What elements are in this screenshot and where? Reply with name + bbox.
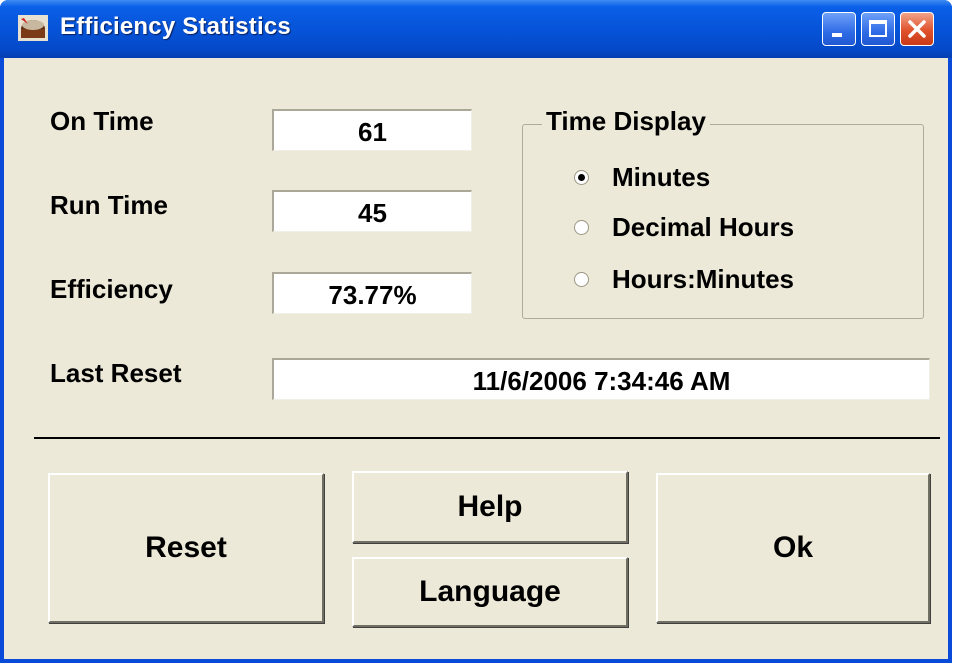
coffee-cup-icon (18, 15, 48, 41)
close-button[interactable] (900, 12, 934, 46)
maximize-button[interactable] (861, 12, 895, 46)
on-time-field[interactable]: 61 (272, 109, 472, 151)
time-display-legend: Time Display (542, 106, 710, 137)
last-reset-field[interactable]: 11/6/2006 7:34:46 AM (272, 358, 930, 400)
reset-button[interactable]: Reset (48, 473, 324, 623)
efficiency-statistics-window: Efficiency Statistics On Time 61 Run Tim… (0, 0, 952, 663)
title-bar[interactable]: Efficiency Statistics (0, 0, 952, 58)
close-icon (908, 20, 926, 38)
maximize-icon (869, 20, 887, 37)
separator-line (34, 437, 940, 439)
radio-hours-minutes[interactable]: Hours:Minutes (574, 264, 794, 295)
ok-button[interactable]: Ok (656, 473, 930, 623)
radio-decimal-hours[interactable]: Decimal Hours (574, 212, 795, 243)
radio-minutes[interactable]: Minutes (574, 162, 711, 193)
window-title: Efficiency Statistics (60, 13, 291, 40)
last-reset-label: Last Reset (50, 358, 182, 388)
minimize-icon (832, 33, 842, 37)
radio-hours-minutes-label: Hours:Minutes (612, 264, 794, 294)
efficiency-label: Efficiency (50, 274, 173, 304)
dialog-client-area: On Time 61 Run Time 45 Efficiency 73.77%… (4, 58, 948, 659)
help-button[interactable]: Help (352, 471, 628, 543)
on-time-label: On Time (50, 106, 154, 136)
minimize-button[interactable] (822, 12, 856, 46)
radio-unselected-icon (574, 272, 589, 287)
run-time-field[interactable]: 45 (272, 190, 472, 232)
radio-selected-icon (574, 170, 589, 185)
radio-decimal-hours-label: Decimal Hours (612, 212, 795, 242)
radio-unselected-icon (574, 220, 589, 235)
radio-minutes-label: Minutes (612, 162, 711, 192)
language-button[interactable]: Language (352, 557, 628, 627)
run-time-label: Run Time (50, 190, 168, 220)
efficiency-field[interactable]: 73.77% (272, 272, 472, 314)
